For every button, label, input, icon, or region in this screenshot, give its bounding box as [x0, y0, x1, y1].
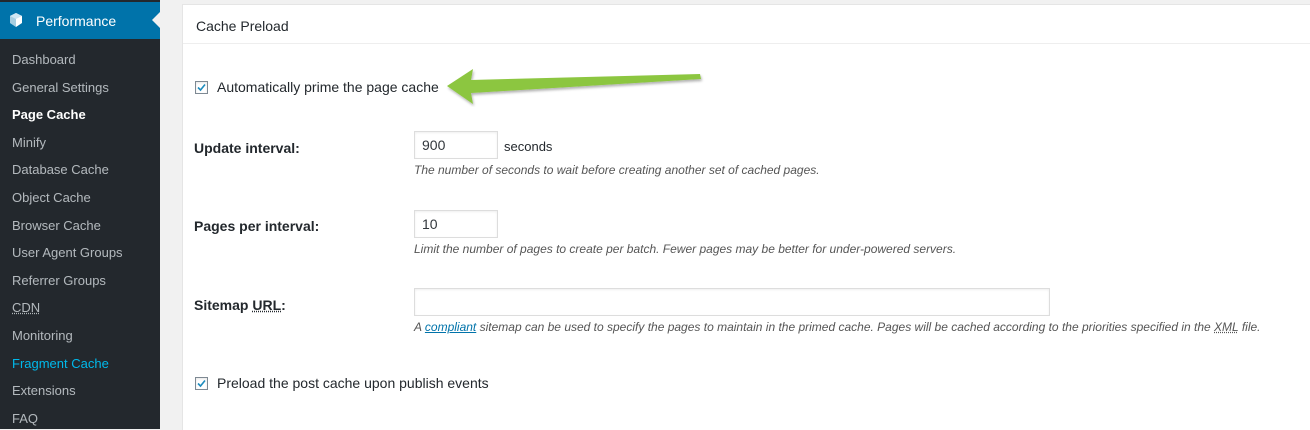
sitemap-url-label: Sitemap URL:	[194, 297, 286, 313]
checkmark-icon	[197, 83, 206, 92]
sidebar-item-label: Page Cache	[12, 107, 86, 123]
sitemap-desc-c: file.	[1238, 320, 1261, 334]
preload-post-label[interactable]: Preload the post cache upon publish even…	[217, 375, 489, 391]
sidebar-item-label: Referrer Groups	[12, 272, 106, 288]
sidebar-item-extensions[interactable]: Extensions	[0, 377, 160, 405]
performance-menu[interactable]: Performance	[0, 2, 160, 39]
sidebar-item-label: Object Cache	[12, 189, 91, 205]
update-interval-label: Update interval:	[194, 140, 300, 156]
pages-per-interval-label: Pages per interval:	[194, 218, 320, 234]
sitemap-label-suffix: :	[281, 297, 286, 313]
performance-submenu: Dashboard General Settings Page Cache Mi…	[0, 46, 160, 429]
panel-header: Cache Preload	[183, 5, 1310, 44]
sidebar-item-label: CDN	[12, 300, 41, 316]
update-interval-input[interactable]	[414, 131, 498, 159]
sidebar-item-label: User Agent Groups	[12, 245, 123, 261]
sidebar-item-page-cache[interactable]: Page Cache	[0, 101, 160, 129]
cache-preload-panel: Cache Preload Automatically prime the pa…	[182, 4, 1310, 430]
sidebar-item-cdn[interactable]: CDN	[0, 294, 160, 322]
sidebar-item-dashboard[interactable]: Dashboard	[0, 46, 160, 74]
sidebar-item-monitoring[interactable]: Monitoring	[0, 322, 160, 350]
auto-prime-checkbox[interactable]	[195, 81, 208, 94]
sidebar-item-label: Fragment Cache	[12, 355, 109, 371]
checkmark-icon	[197, 379, 206, 388]
sitemap-desc-a: A	[414, 320, 425, 334]
pages-per-interval-input[interactable]	[414, 210, 498, 238]
auto-prime-label[interactable]: Automatically prime the page cache	[217, 79, 439, 95]
sidebar-item-general-settings[interactable]: General Settings	[0, 74, 160, 102]
annotation-arrow-icon	[447, 69, 701, 104]
panel-title: Cache Preload	[196, 18, 289, 34]
admin-sidebar: Performance Dashboard General Settings P…	[0, 0, 160, 429]
sitemap-url-input[interactable]	[414, 288, 1050, 316]
sidebar-item-fragment-cache[interactable]: Fragment Cache	[0, 350, 160, 378]
sidebar-item-label: Monitoring	[12, 327, 73, 343]
sidebar-item-label: Browser Cache	[12, 217, 101, 233]
performance-menu-label: Performance	[36, 13, 117, 29]
sidebar-item-label: General Settings	[12, 79, 109, 95]
sitemap-desc-b: sitemap can be used to specify the pages…	[476, 320, 1215, 334]
sitemap-label-abbr: URL	[252, 297, 282, 313]
sidebar-item-label: Database Cache	[12, 162, 109, 178]
sidebar-item-user-agent-groups[interactable]: User Agent Groups	[0, 239, 160, 267]
sidebar-item-label: Dashboard	[12, 52, 76, 67]
sidebar-item-label: Extensions	[12, 383, 76, 399]
pages-per-interval-description: Limit the number of pages to create per …	[414, 242, 957, 256]
sidebar-item-browser-cache[interactable]: Browser Cache	[0, 212, 160, 240]
sidebar-item-database-cache[interactable]: Database Cache	[0, 156, 160, 184]
preload-post-checkbox[interactable]	[195, 377, 208, 390]
update-interval-description: The number of seconds to wait before cre…	[414, 163, 820, 177]
sidebar-item-referrer-groups[interactable]: Referrer Groups	[0, 267, 160, 295]
gem-icon	[10, 13, 22, 27]
sidebar-item-label: FAQ	[12, 410, 39, 426]
sidebar-item-minify[interactable]: Minify	[0, 129, 160, 157]
sidebar-item-label: Minify	[12, 134, 46, 150]
current-menu-pointer	[152, 12, 160, 28]
sidebar-item-faq[interactable]: FAQ	[0, 405, 160, 429]
compliant-link[interactable]: compliant	[425, 320, 476, 334]
sitemap-label-prefix: Sitemap	[194, 297, 253, 313]
sitemap-url-description: A compliant sitemap can be used to speci…	[414, 320, 1261, 334]
sitemap-desc-abbr: XML	[1214, 320, 1239, 334]
sidebar-item-object-cache[interactable]: Object Cache	[0, 184, 160, 212]
update-interval-unit: seconds	[504, 139, 553, 154]
